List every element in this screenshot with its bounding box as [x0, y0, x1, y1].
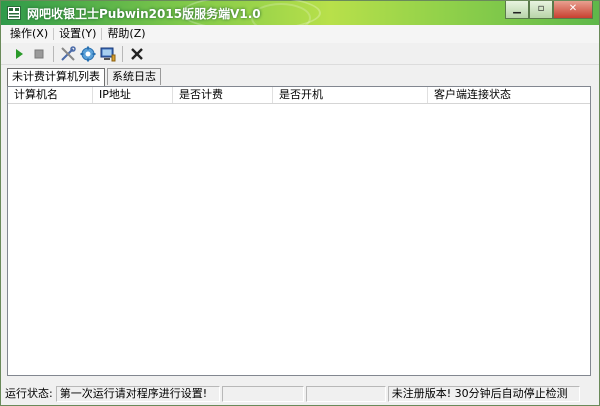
window-title: 网吧收银卫士Pubwin2015版服务端V1.0: [27, 7, 261, 21]
status-label: 运行状态:: [5, 387, 53, 400]
column-computer-name[interactable]: 计算机名: [8, 87, 93, 103]
tab-unbilled-computers[interactable]: 未计费计算机列表: [7, 68, 105, 86]
status-panel-empty-2: [305, 386, 386, 402]
maximize-button[interactable]: ▫: [529, 1, 553, 19]
close-button[interactable]: ✕: [553, 1, 593, 19]
settings-icon: [80, 46, 96, 61]
start-button[interactable]: [9, 44, 29, 64]
title-bar[interactable]: 网吧收银卫士Pubwin2015版服务端V1.0 ▁ ▫ ✕: [1, 0, 599, 33]
computer-icon: [100, 47, 116, 61]
stop-icon: [34, 49, 44, 58]
status-bar: 运行状态: 第一次运行请对程序进行设置! 未注册版本! 30分钟后自动停止检测: [1, 384, 599, 404]
registration-notice: 未注册版本! 30分钟后自动停止检测: [387, 386, 580, 402]
play-icon: [16, 48, 23, 59]
close-icon: [131, 47, 143, 60]
toolbar-separator: [53, 45, 54, 62]
settings-button[interactable]: [78, 44, 98, 64]
menu-settings[interactable]: 设置(Y): [54, 25, 101, 43]
toolbar: [1, 43, 599, 65]
computer-button[interactable]: [98, 44, 118, 64]
exit-button[interactable]: [127, 44, 147, 64]
column-client-connection[interactable]: 客户端连接状态: [428, 87, 590, 103]
list-header: 计算机名 IP地址 是否计费 是否开机 客户端连接状态: [8, 87, 590, 104]
column-is-powered-on[interactable]: 是否开机: [273, 87, 428, 103]
tab-strip: 未计费计算机列表 系统日志: [7, 68, 163, 86]
column-is-billed[interactable]: 是否计费: [173, 87, 273, 103]
menu-bar: 操作(X) 设置(Y) 帮助(Z): [1, 25, 599, 43]
menu-operation[interactable]: 操作(X): [5, 25, 53, 43]
column-ip-address[interactable]: IP地址: [93, 87, 173, 103]
menu-help[interactable]: 帮助(Z): [102, 25, 150, 43]
status-panel-empty: [221, 386, 304, 402]
computer-list[interactable]: 计算机名 IP地址 是否计费 是否开机 客户端连接状态: [7, 86, 591, 376]
tab-system-log[interactable]: 系统日志: [107, 68, 161, 85]
tools-button[interactable]: [58, 44, 78, 64]
main-window: 网吧收银卫士Pubwin2015版服务端V1.0 ▁ ▫ ✕ 操作(X) 设置(…: [0, 0, 600, 406]
toolbar-separator: [122, 45, 123, 62]
tools-icon: [61, 45, 76, 61]
window-controls: ▁ ▫ ✕: [505, 1, 593, 21]
app-icon[interactable]: [7, 6, 21, 20]
minimize-button[interactable]: ▁: [505, 1, 529, 19]
stop-button[interactable]: [29, 44, 49, 64]
status-message: 第一次运行请对程序进行设置!: [55, 386, 220, 402]
